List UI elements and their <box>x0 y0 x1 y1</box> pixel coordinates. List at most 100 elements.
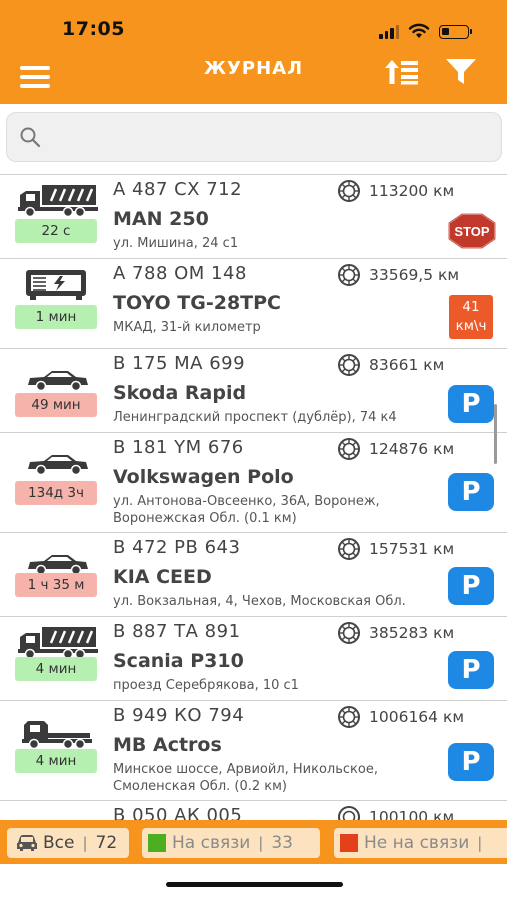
truck-icon <box>18 185 98 217</box>
parking-status: P <box>448 567 494 605</box>
vehicle-address: МКАД, 31-й километр <box>113 320 261 335</box>
last-update-badge: 1 ч 35 м <box>15 573 97 597</box>
odometer: 124876 км <box>335 437 454 461</box>
parking-status: P <box>448 743 494 781</box>
plate-number: В 887 ТА 891 <box>113 621 241 642</box>
vehicle-list[interactable]: 22 с А 487 СХ 712 113200 км MAN 250 ул. … <box>0 174 507 820</box>
vehicle-row[interactable]: 4 мин В 887 ТА 891 385283 км Scania P310… <box>0 616 507 700</box>
plate-number: В 175 МА 699 <box>113 353 246 374</box>
vehicle-name: MAN 250 <box>113 208 209 230</box>
odometer-value: 1006164 км <box>369 708 465 726</box>
offline-indicator-icon <box>340 834 358 852</box>
vehicle-row[interactable]: 22 с А 487 СХ 712 113200 км MAN 250 ул. … <box>0 174 507 258</box>
tab-separator: | <box>477 834 483 852</box>
battery-icon <box>439 25 472 39</box>
tab-separator: | <box>82 834 88 852</box>
page-title: ЖУРНАЛ <box>203 58 304 79</box>
vehicle-row[interactable]: 1 мин А 788 ОМ 148 33569,5 км TOYO TG-28… <box>0 258 507 348</box>
odometer-icon <box>338 438 360 460</box>
vehicle-row[interactable]: 134д 3ч В 181 YM 676 124876 км Volkswage… <box>0 432 507 532</box>
status-time: 17:05 <box>62 18 125 40</box>
odometer-icon <box>338 806 360 820</box>
vehicle-row[interactable]: 49 мин В 175 МА 699 83661 км Skoda Rapid… <box>0 348 507 432</box>
car-icon <box>28 371 88 392</box>
tab-offline[interactable]: Не на связи | <box>334 828 507 858</box>
tab-all-count: 72 <box>95 833 118 853</box>
plate-number: В 050 АК 005 <box>113 805 243 820</box>
tab-separator: | <box>258 834 264 852</box>
odometer: 385283 км <box>335 621 454 645</box>
search-input[interactable] <box>53 123 487 155</box>
tab-all[interactable]: Все | 72 <box>7 828 129 858</box>
vehicle-row[interactable]: 4 мин В 949 КО 794 1006164 км MB Actros … <box>0 700 507 800</box>
tab-online[interactable]: На связи | 33 <box>142 828 320 858</box>
plate-number: В 181 YM 676 <box>113 437 244 458</box>
truck-icon <box>18 627 98 659</box>
generator-icon <box>26 270 86 300</box>
car-icon <box>17 835 37 851</box>
odometer-icon <box>338 180 360 202</box>
odometer: 157531 км <box>335 537 454 561</box>
vehicle-address: ул. Мишина, 24 с1 <box>113 236 239 251</box>
odometer-value: 100100 км <box>369 808 455 820</box>
stop-sign-icon: STOP <box>448 213 496 249</box>
odometer: 83661 км <box>335 353 444 377</box>
vehicle-row[interactable]: В 050 АК 005 100100 км <box>0 800 507 820</box>
tab-online-count: 33 <box>271 833 293 853</box>
parking-status: P <box>448 385 494 423</box>
odometer-value: 124876 км <box>369 440 455 458</box>
parking-status: P <box>448 651 494 689</box>
speed-value: 41 <box>462 299 480 315</box>
last-update-badge: 4 мин <box>15 749 97 773</box>
online-indicator-icon <box>148 834 166 852</box>
last-update-badge: 22 с <box>15 219 97 243</box>
wifi-icon <box>408 23 430 38</box>
vehicle-name: Skoda Rapid <box>113 382 247 404</box>
odometer: 113200 км <box>335 179 454 203</box>
plate-number: А 487 СХ 712 <box>113 179 243 200</box>
last-update-badge: 49 мин <box>15 393 97 417</box>
stop-label: STOP <box>454 224 489 239</box>
filter-tabs-bar: Все | 72 На связи | 33 Не на связи | <box>0 820 507 900</box>
odometer-icon <box>338 538 360 560</box>
vehicle-name: Volkswagen Polo <box>113 466 294 488</box>
vehicle-name: MB Actros <box>113 734 222 756</box>
tab-offline-label: Не на связи <box>364 833 470 853</box>
vehicle-address: ул. Антонова-Овсеенко, 36А, Воронеж, Вор… <box>113 494 380 526</box>
odometer-icon <box>338 354 360 376</box>
odometer-value: 83661 км <box>369 356 445 374</box>
vehicle-row[interactable]: 1 ч 35 м В 472 РВ 643 157531 км KIA CEED… <box>0 532 507 616</box>
vehicle-address: ул. Вокзальная, 4, Чехов, Московская Обл… <box>113 594 406 609</box>
vehicle-address: проезд Серебрякова, 10 с1 <box>113 678 299 693</box>
odometer-icon <box>338 622 360 644</box>
plate-number: В 949 КО 794 <box>113 705 245 726</box>
search-bar[interactable] <box>6 112 502 162</box>
odometer-value: 157531 км <box>369 540 455 558</box>
home-indicator-area <box>0 864 507 900</box>
last-update-badge: 4 мин <box>15 657 97 681</box>
car-icon <box>28 455 88 476</box>
search-icon <box>20 127 41 148</box>
scrollbar-thumb[interactable] <box>494 404 497 464</box>
vehicle-name: TOYO TG-28TPC <box>113 292 281 314</box>
odometer-icon <box>338 264 360 286</box>
vehicle-name: KIA CEED <box>113 566 212 588</box>
sort-icon[interactable] <box>384 56 420 86</box>
speed-unit: км\ч <box>455 318 487 334</box>
app-header: 17:05 ЖУРНАЛ <box>0 0 507 104</box>
plate-number: В 472 РВ 643 <box>113 537 241 558</box>
filter-icon[interactable] <box>444 56 478 86</box>
cellular-signal-icon <box>379 24 399 39</box>
tractor-unit-icon <box>22 721 92 750</box>
parking-status: P <box>448 473 494 511</box>
odometer: 100100 км <box>335 805 454 820</box>
tab-online-label: На связи <box>172 833 251 853</box>
speed-indicator: 41 км\ч <box>449 295 493 339</box>
odometer-icon <box>338 706 360 728</box>
odometer: 33569,5 км <box>335 263 459 287</box>
odometer-value: 113200 км <box>369 182 455 200</box>
last-update-badge: 1 мин <box>15 305 97 329</box>
odometer-value: 385283 км <box>369 624 455 642</box>
home-indicator[interactable] <box>166 882 343 887</box>
vehicle-address: Минское шоссе, Арвиойл, Никольское, Смол… <box>113 762 378 794</box>
